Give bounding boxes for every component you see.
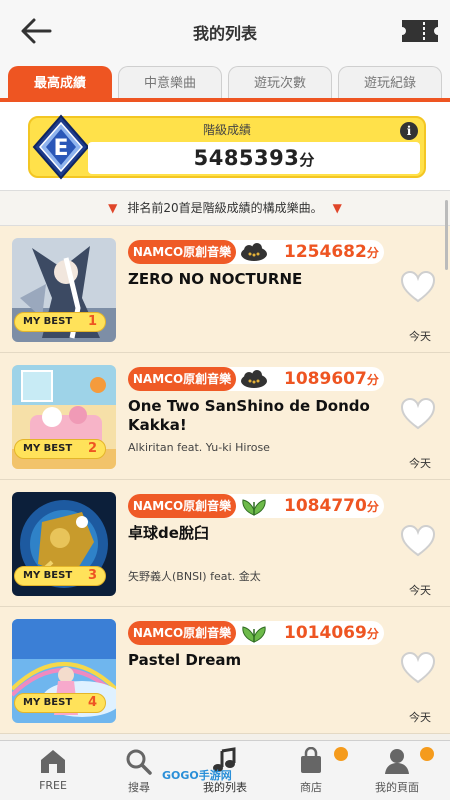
page-title: 我的列表 [192,24,257,43]
shop-notification-dot [334,747,348,761]
favorite-heart-icon[interactable] [400,651,436,685]
score-unit: 分 [366,246,379,260]
score-unit: 分 [366,373,379,387]
grade-emblem-icon: E [32,114,90,180]
my-best-badge: MY BEST 2 [14,439,106,459]
play-date: 今天 [409,330,431,343]
score-value: 1014069 [284,623,367,643]
nav-free[interactable]: FREE [8,747,98,799]
song-row[interactable]: MY BEST 2 NAMCO原創音樂 1089607分 One Two San… [0,353,450,480]
my-best-label: MY BEST [23,443,73,454]
favorite-heart-icon[interactable] [400,270,436,304]
score-value: 1084770 [284,496,367,516]
favorite-heart-icon[interactable] [400,397,436,431]
grade-letter: E [53,136,68,161]
grade-section: E 階級成績 i 5485393分 [0,102,450,190]
score-value: 1254682 [284,242,367,262]
ticket-icon[interactable] [400,16,440,46]
mypage-notification-dot [420,747,434,761]
tab-favorite-songs[interactable]: 中意樂曲 [118,66,222,102]
notice-bar: ▼ 排名前20首是階級成績的構成樂曲。 ▼ [0,190,450,226]
info-icon[interactable]: i [400,122,418,140]
score-unit: 分 [366,627,379,641]
song-score: 1084770分 [284,494,379,519]
nav-label: 我的頁面 [375,781,419,794]
song-score: 1254682分 [284,240,379,265]
play-date: 今天 [409,584,431,597]
song-title: Pastel Dream [128,651,242,669]
grade-score: 5485393 [193,146,300,170]
song-score: 1089607分 [284,367,379,392]
song-row[interactable]: MY BEST 4 NAMCO原創音樂 1014069分 Pastel Drea… [0,607,450,734]
grade-label: 階級成績 [202,123,251,137]
song-title: One Two SanShino de Dondo Kakka! [128,397,370,434]
score-unit: 分 [366,500,379,514]
my-best-badge: MY BEST 3 [14,566,106,586]
score-value: 1089607 [284,369,367,389]
grade-card: E 階級成績 i 5485393分 [28,114,426,180]
down-triangle-icon: ▼ [108,201,118,215]
my-best-label: MY BEST [23,316,73,327]
song-info-pill: NAMCO原創音樂 1014069分 [128,621,384,645]
my-best-rank: 4 [87,695,97,710]
watermark-logo: GOGO手游网 [162,769,232,782]
tab-play-history[interactable]: 遊玩紀錄 [338,66,442,102]
tab-bar: 最高成績 中意樂曲 遊玩次數 遊玩紀錄 [0,62,450,102]
cloud-difficulty-icon [241,370,267,388]
leaf-difficulty-icon [242,499,266,516]
shopping-bag-icon [301,747,321,773]
tab-play-count[interactable]: 遊玩次數 [228,66,332,102]
down-triangle-icon: ▼ [332,201,342,215]
my-best-rank: 3 [87,568,97,583]
notice-text: 排名前20首是階級成績的構成樂曲。 [127,201,323,215]
song-title: ZERO NO NOCTURNE [128,270,303,288]
song-artist: 矢野義人(BNSI) feat. 金太 [128,570,261,583]
nav-label: 商店 [300,781,322,794]
genre-tag: NAMCO原創音樂 [128,494,236,518]
my-best-label: MY BEST [23,570,73,581]
my-best-badge: MY BEST 4 [14,693,106,713]
play-date: 今天 [409,711,431,724]
song-list[interactable]: MY BEST 1 NAMCO原創音樂 1254682分 ZERO NO NOC… [0,226,450,740]
song-artist: Alkiritan feat. Yu-ki Hirose [128,441,270,454]
favorite-heart-icon[interactable] [400,524,436,558]
my-best-badge: MY BEST 1 [14,312,106,332]
tab-best-score[interactable]: 最高成績 [8,66,112,102]
scrollbar[interactable] [445,200,448,270]
genre-tag: NAMCO原創音樂 [128,367,236,391]
leaf-difficulty-icon [242,626,266,643]
song-row[interactable]: MY BEST 1 NAMCO原創音樂 1254682分 ZERO NO NOC… [0,226,450,353]
search-icon [126,749,152,775]
genre-tag: NAMCO原創音樂 [128,240,236,264]
song-row[interactable]: MY BEST 3 NAMCO原創音樂 1084770分 卓球de脫臼 矢野義人… [0,480,450,607]
home-icon [41,750,65,773]
cloud-difficulty-icon [241,243,267,261]
song-info-pill: NAMCO原創音樂 1089607分 [128,367,384,391]
my-best-rank: 1 [87,314,97,329]
nav-label: FREE [39,779,67,792]
song-info-pill: NAMCO原創音樂 1084770分 [128,494,384,518]
user-icon [385,749,409,774]
grade-score-box: 5485393分 [88,142,420,174]
play-date: 今天 [409,457,431,470]
genre-tag: NAMCO原創音樂 [128,621,236,645]
grade-score-unit: 分 [299,151,315,169]
song-info-pill: NAMCO原創音樂 1254682分 [128,240,384,264]
my-best-rank: 2 [87,441,97,456]
song-title: 卓球de脫臼 [128,524,209,542]
song-score: 1014069分 [284,621,379,646]
app-header: 我的列表 [0,0,450,62]
my-best-label: MY BEST [23,697,73,708]
